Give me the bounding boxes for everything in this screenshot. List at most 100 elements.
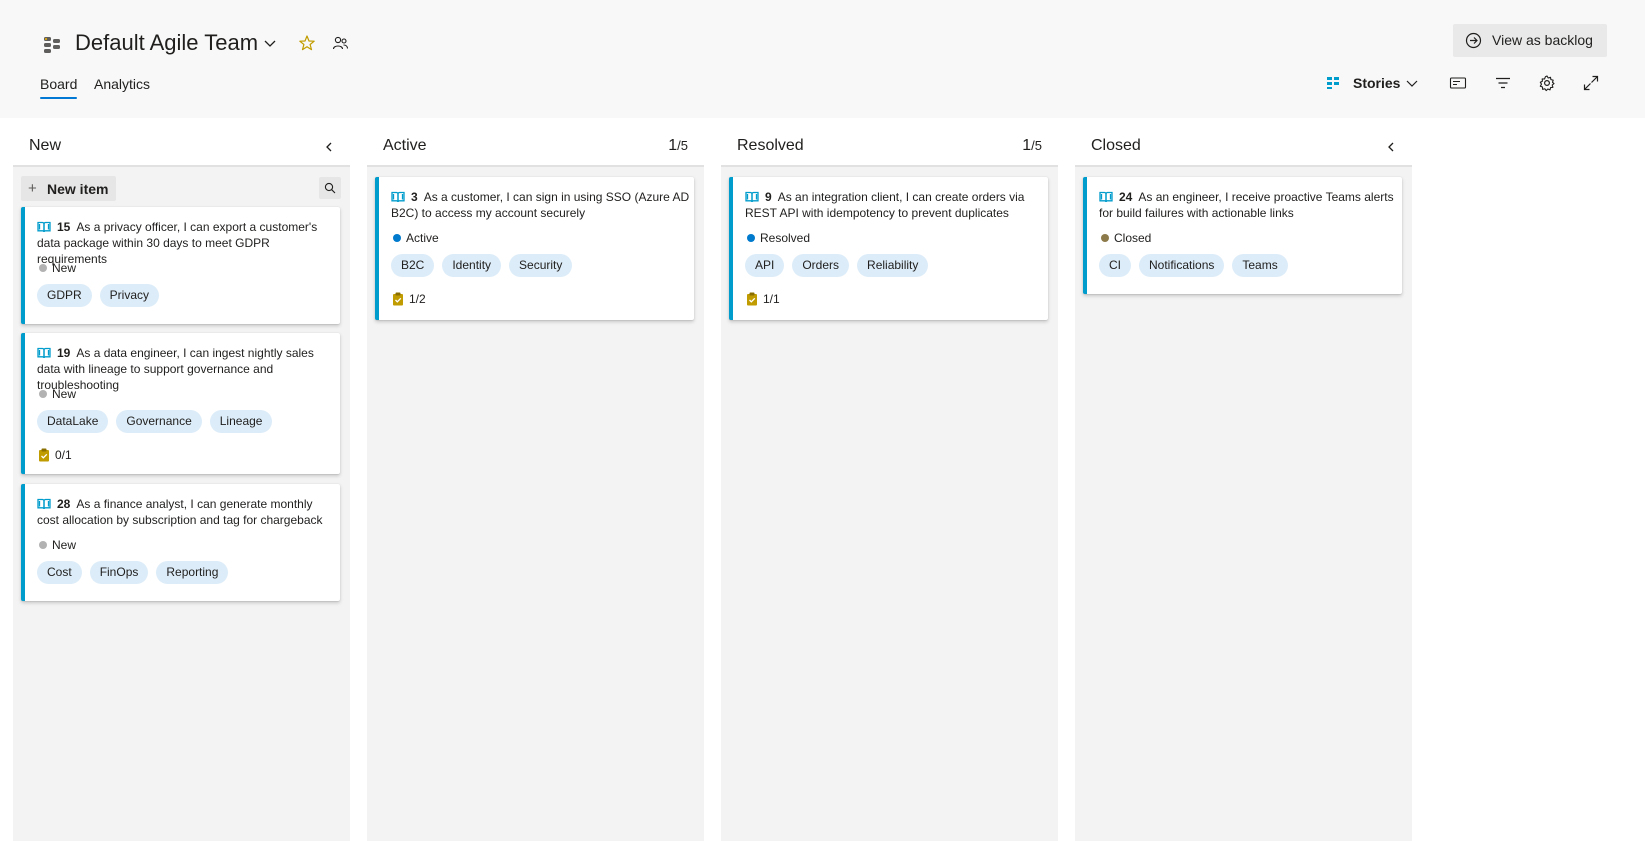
tag-list: Cost FinOps Reporting xyxy=(37,561,229,584)
card-options-icon[interactable] xyxy=(1449,74,1467,92)
fullscreen-expand-icon[interactable] xyxy=(1582,74,1600,92)
tag[interactable]: Reporting xyxy=(156,561,229,584)
work-item-id: 3 xyxy=(411,190,418,204)
tag[interactable]: Identity xyxy=(442,254,502,277)
state-label: New xyxy=(52,387,77,401)
work-item-state: New xyxy=(39,261,76,275)
tag-list: DataLake Governance Lineage xyxy=(37,410,273,433)
user-story-book-icon xyxy=(1099,191,1113,203)
state-dot xyxy=(39,390,47,398)
add-icon: + xyxy=(28,180,37,197)
tag[interactable]: DataLake xyxy=(37,410,109,433)
team-selector-chevron-down-icon[interactable] xyxy=(262,35,278,51)
work-item-state: New xyxy=(39,387,76,401)
clipboard-task-icon xyxy=(747,292,757,306)
work-item-state: New xyxy=(39,538,76,552)
tag-list: API Orders Reliability xyxy=(745,254,929,277)
state-dot xyxy=(393,234,401,242)
work-item-card[interactable]: 9 As an integration client, I can create … xyxy=(729,177,1048,320)
column-header: Active 1/5 xyxy=(367,129,704,167)
work-item-id: 19 xyxy=(57,346,71,360)
tag[interactable]: Reliability xyxy=(857,254,929,277)
user-story-book-icon xyxy=(37,347,51,359)
user-story-book-icon xyxy=(391,191,405,203)
state-dot xyxy=(1101,234,1109,242)
work-item-title[interactable]: As a finance analyst, I can generate mon… xyxy=(37,497,323,527)
tag[interactable]: Privacy xyxy=(99,284,160,307)
team-members-icon[interactable] xyxy=(332,35,349,52)
work-item-card[interactable]: 19 As a data engineer, I can ingest night… xyxy=(21,333,340,474)
board-header: Default Agile Team Board Analytics View … xyxy=(0,0,1645,118)
tag[interactable]: FinOps xyxy=(89,561,149,584)
work-item-card[interactable]: 24 As an engineer, I receive proactive Te… xyxy=(1083,177,1402,294)
tag[interactable]: API xyxy=(745,254,785,277)
clipboard-task-icon xyxy=(393,292,403,306)
settings-gear-icon[interactable] xyxy=(1538,74,1556,92)
clipboard-task-icon xyxy=(39,448,49,462)
state-dot xyxy=(39,264,47,272)
column-title: Closed xyxy=(1091,137,1141,154)
wip-limit-count: 1/5 xyxy=(1022,137,1042,154)
tab-analytics[interactable]: Analytics xyxy=(94,76,150,92)
work-item-title[interactable]: As an engineer, I receive proactive Team… xyxy=(1099,190,1394,220)
user-story-book-icon xyxy=(745,191,759,203)
wip-limit-count: 1/5 xyxy=(668,137,688,154)
chevron-down-icon xyxy=(1406,80,1418,87)
collapse-column-chevron-left-icon[interactable] xyxy=(322,140,336,154)
work-item-card[interactable]: 28 As a finance analyst, I can generate m… xyxy=(21,484,340,601)
user-story-book-icon xyxy=(37,498,51,510)
tab-board[interactable]: Board xyxy=(40,76,77,92)
task-progress[interactable]: 1/1 xyxy=(746,292,780,306)
state-dot xyxy=(747,234,755,242)
tag[interactable]: Orders xyxy=(792,254,850,277)
work-item-title[interactable]: As an integration client, I can create o… xyxy=(745,190,1024,220)
task-progress[interactable]: 0/1 xyxy=(38,448,72,462)
tag[interactable]: GDPR xyxy=(37,284,92,307)
user-story-book-icon xyxy=(37,221,51,233)
board-column-closed: Closed 24 As an engineer, I receive proac… xyxy=(1075,129,1412,841)
new-item-button[interactable]: + New item xyxy=(21,176,116,201)
board-column-resolved: Resolved 1/5 9 As an integration client, … xyxy=(721,129,1058,841)
state-label: New xyxy=(52,538,77,552)
favorite-star-icon[interactable] xyxy=(298,34,316,52)
collapse-column-chevron-left-icon[interactable] xyxy=(1384,140,1398,154)
tag-list: CI Notifications Teams xyxy=(1099,254,1288,277)
work-item-id: 9 xyxy=(765,190,772,204)
column-header: Closed xyxy=(1075,129,1412,167)
tag-list: GDPR Privacy xyxy=(37,284,160,307)
tag[interactable]: Security xyxy=(509,254,573,277)
team-name[interactable]: Default Agile Team xyxy=(75,30,258,56)
view-as-backlog-button[interactable]: View as backlog xyxy=(1453,24,1607,57)
tag[interactable]: Teams xyxy=(1232,254,1288,277)
team-board-icon xyxy=(44,37,60,53)
work-item-title[interactable]: As a privacy officer, I can export a cus… xyxy=(37,220,317,266)
work-item-card[interactable]: 3 As a customer, I can sign in using SSO … xyxy=(375,177,694,320)
tag[interactable]: B2C xyxy=(391,254,435,277)
task-progress-label: 1/1 xyxy=(763,292,780,306)
tag[interactable]: Notifications xyxy=(1139,254,1225,277)
column-search-button[interactable] xyxy=(319,177,341,199)
selected-tab-indicator xyxy=(40,97,77,99)
backlog-level-icon xyxy=(1327,77,1339,89)
task-progress[interactable]: 1/2 xyxy=(392,292,426,306)
work-item-id: 15 xyxy=(57,220,71,234)
tag[interactable]: Governance xyxy=(116,410,202,433)
task-progress-label: 0/1 xyxy=(55,448,72,462)
filter-icon[interactable] xyxy=(1494,74,1512,92)
state-dot xyxy=(39,541,47,549)
work-item-title[interactable]: As a data engineer, I can ingest nightly… xyxy=(37,346,314,392)
tag[interactable]: Lineage xyxy=(209,410,273,433)
work-item-state: Resolved xyxy=(747,231,810,245)
state-label: New xyxy=(52,261,77,275)
tag[interactable]: Cost xyxy=(37,561,82,584)
work-item-card[interactable]: 15 As a privacy officer, I can export a c… xyxy=(21,207,340,324)
board-column-active: Active 1/5 3 As a customer, I can sign in… xyxy=(367,129,704,841)
work-item-title[interactable]: As a customer, I can sign in using SSO (… xyxy=(391,190,689,220)
tag[interactable]: CI xyxy=(1099,254,1131,277)
work-item-id: 28 xyxy=(57,497,71,511)
task-progress-label: 1/2 xyxy=(409,292,426,306)
backlog-level-label: Stories xyxy=(1353,75,1401,91)
column-header: New xyxy=(13,129,350,167)
arrow-circle-right-icon xyxy=(1465,32,1482,49)
work-item-state: Active xyxy=(393,231,439,245)
